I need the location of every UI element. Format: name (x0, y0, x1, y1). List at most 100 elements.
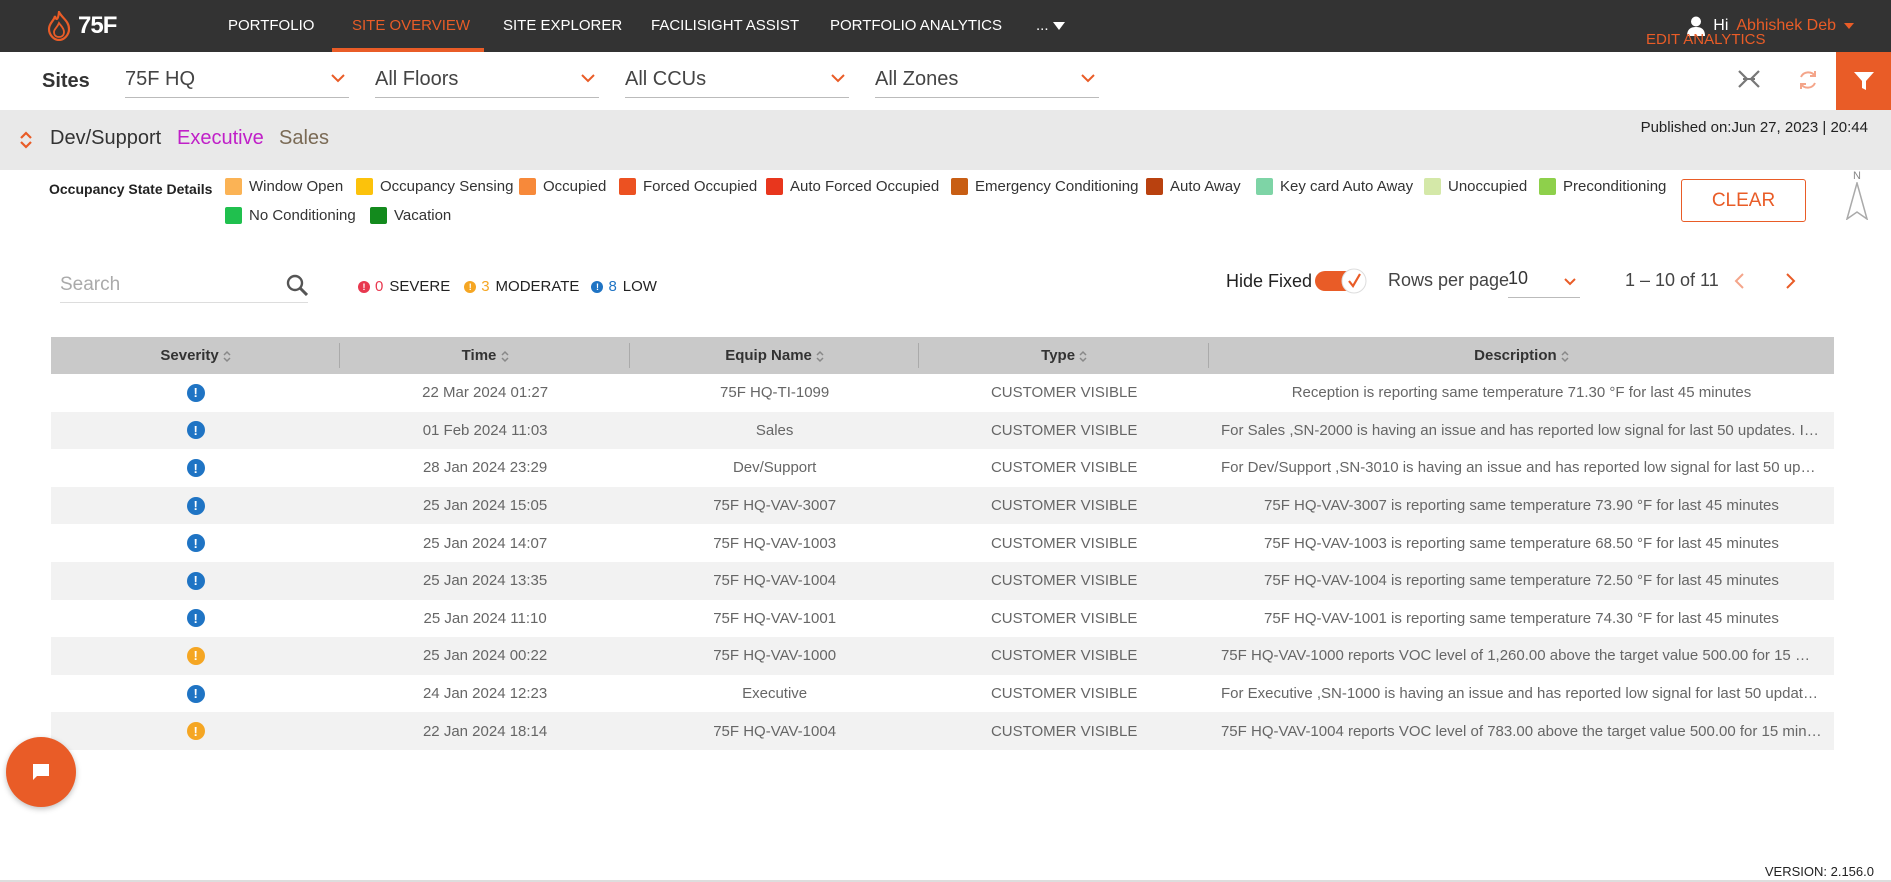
nav-more-menu[interactable]: ... (1036, 0, 1065, 52)
column-header-type[interactable]: Type (919, 337, 1209, 374)
ccu-select[interactable]: All CCUs (625, 66, 849, 98)
nav-site-explorer[interactable]: SITE EXPLORER (503, 0, 622, 52)
table-row[interactable]: ! 22 Jan 2024 18:14 75F HQ-VAV-1004 CUSTOME… (51, 712, 1834, 750)
legend-swatch (619, 178, 636, 195)
table-row[interactable]: ! 25 Jan 2024 00:22 75F HQ-VAV-1000 CUSTOME… (51, 637, 1834, 675)
flame-logo-icon (47, 11, 71, 41)
type-cell: CUSTOMER VISIBLE (990, 534, 1138, 552)
table-row[interactable]: ! 24 Jan 2024 12:23 Executive CUSTOMER VISI… (51, 675, 1834, 713)
legend-label: Preconditioning (1563, 178, 1667, 195)
table-row[interactable]: ! 25 Jan 2024 15:05 75F HQ-VAV-3007 CUSTOME… (51, 486, 1834, 525)
time-cell: 25 Jan 2024 00:22 (422, 647, 548, 665)
table-row[interactable]: ! 25 Jan 2024 14:07 75F HQ-VAV-1003 CUSTOME… (51, 524, 1834, 562)
legend-label: Auto Away (1170, 178, 1241, 195)
legend-item: Forced Occupied (619, 178, 757, 195)
search-icon[interactable] (286, 274, 308, 296)
time-cell: 01 Feb 2024 11:03 (422, 421, 548, 439)
legend-item: Window Open (225, 178, 343, 195)
previous-page-icon[interactable] (1733, 272, 1747, 290)
time-cell: 25 Jan 2024 15:05 (422, 497, 548, 515)
rows-per-page-select[interactable]: 10 (1508, 268, 1580, 298)
alerts-table: Severity Time Equip Name Type Descriptio… (51, 337, 1834, 750)
legend-item: Emergency Conditioning (951, 178, 1138, 195)
zone-dev-support[interactable]: Dev/Support (50, 127, 161, 150)
site-select-value: 75F HQ (125, 68, 196, 90)
site-select[interactable]: 75F HQ (125, 66, 349, 98)
expand-collapse-icon[interactable] (19, 130, 33, 150)
equip-name-cell: 75F HQ-VAV-1001 (713, 609, 837, 627)
compass-north-label: N (1853, 170, 1861, 182)
type-cell: CUSTOMER VISIBLE (990, 722, 1138, 740)
severity-cell: ! (51, 637, 340, 675)
table-row[interactable]: ! 25 Jan 2024 13:35 75F HQ-VAV-1004 CUSTOME… (51, 561, 1834, 600)
nav-portfolio-analytics[interactable]: PORTFOLIO ANALYTICS (830, 0, 1002, 52)
table-row[interactable]: ! 28 Jan 2024 23:29 Dev/Support CUSTOMER VI… (51, 449, 1834, 487)
description-cell: 75F HQ-VAV-3007 is reporting same temper… (1264, 497, 1779, 515)
filter-button[interactable] (1836, 52, 1891, 110)
severity-cell: ! (51, 600, 340, 638)
search-input[interactable] (60, 270, 270, 296)
type-cell: CUSTOMER VISIBLE (990, 459, 1138, 477)
equip-name-cell: 75F HQ-VAV-1003 (713, 534, 837, 552)
table-row[interactable]: ! 25 Jan 2024 11:10 75F HQ-VAV-1001 CUSTOME… (51, 600, 1834, 638)
logo[interactable]: 75F (46, 9, 117, 43)
severity-cell: ! (51, 675, 340, 713)
sites-label: Sites (42, 70, 90, 92)
sort-icon (223, 347, 231, 364)
filter-bar: Sites 75F HQ All Floors All CCUs All Zon… (0, 52, 1891, 110)
column-header-description[interactable]: Description (1209, 337, 1834, 374)
severe-count: 0 (375, 278, 384, 295)
table-row[interactable]: ! 22 Mar 2024 01:27 75F HQ-TI-1099 CUSTOMER… (51, 374, 1834, 412)
refresh-icon[interactable] (1797, 69, 1819, 91)
moderate-icon: ! (464, 280, 477, 293)
legend-swatch (1539, 178, 1556, 195)
column-header-severity[interactable]: Severity (51, 337, 341, 374)
column-header-equip-name[interactable]: Equip Name (630, 337, 920, 374)
clear-button[interactable]: CLEAR (1681, 179, 1806, 222)
published-on: Published on:Jun 27, 2023 | 20:44 (1640, 119, 1868, 136)
equip-name-cell: Sales (755, 421, 794, 439)
low-severity-icon: ! (186, 459, 205, 477)
table-row[interactable]: ! 01 Feb 2024 11:03 Sales CUSTOMER VISIBLE F… (51, 411, 1834, 450)
zone-select[interactable]: All Zones (875, 66, 1099, 98)
type-cell: CUSTOMER VISIBLE (990, 497, 1138, 515)
zone-select-value: All Zones (875, 68, 959, 90)
low-severity-icon: ! (186, 496, 205, 515)
type-cell: CUSTOMER VISIBLE (990, 647, 1138, 665)
low-count: 8 (608, 278, 617, 295)
next-page-icon[interactable] (1783, 272, 1797, 290)
legend-label: Key card Auto Away (1280, 178, 1414, 195)
severity-cell: ! (51, 524, 340, 562)
legend-item: Auto Forced Occupied (766, 178, 939, 195)
severity-cell: ! (51, 374, 340, 412)
description-cell: For Sales ,SN-2000 is having an issue an… (1220, 421, 1834, 439)
nav-site-overview[interactable]: SITE OVERVIEW (352, 0, 470, 52)
type-cell: CUSTOMER VISIBLE (990, 384, 1138, 402)
nav-portfolio[interactable]: PORTFOLIO (228, 0, 314, 52)
hide-fixed-toggle[interactable] (1314, 267, 1370, 295)
severe-icon: ! (358, 280, 370, 293)
zone-sales[interactable]: Sales (279, 127, 329, 150)
edit-analytics-link[interactable]: EDIT ANALYTICS (1646, 31, 1765, 48)
time-cell: 28 Jan 2024 23:29 (422, 459, 548, 477)
zone-executive[interactable]: Executive (177, 127, 264, 150)
chat-button[interactable] (6, 737, 76, 807)
legend-swatch (519, 178, 536, 195)
nav-facilisight-assist[interactable]: FACILISIGHT ASSIST (651, 0, 799, 52)
collapse-arrows-icon[interactable] (1737, 69, 1761, 89)
severity-cell: ! (51, 412, 340, 450)
floor-select[interactable]: All Floors (375, 66, 599, 98)
equip-name-cell: 75F HQ-VAV-1000 (713, 647, 837, 665)
column-header-time[interactable]: Time (340, 337, 630, 374)
time-cell: 25 Jan 2024 14:07 (422, 534, 548, 552)
type-cell: CUSTOMER VISIBLE (990, 421, 1138, 439)
equip-name-cell: 75F HQ-TI-1099 (720, 384, 830, 402)
equip-name-cell: Executive (742, 685, 808, 703)
sort-icon (1079, 347, 1087, 364)
legend-item: Occupied (519, 178, 606, 195)
legend-label: Forced Occupied (643, 178, 758, 195)
legend-label: Auto Forced Occupied (790, 178, 940, 195)
column-label: Equip Name (725, 347, 812, 364)
moderate-label: MODERATE (495, 278, 580, 295)
low-severity-icon: ! (186, 571, 205, 590)
